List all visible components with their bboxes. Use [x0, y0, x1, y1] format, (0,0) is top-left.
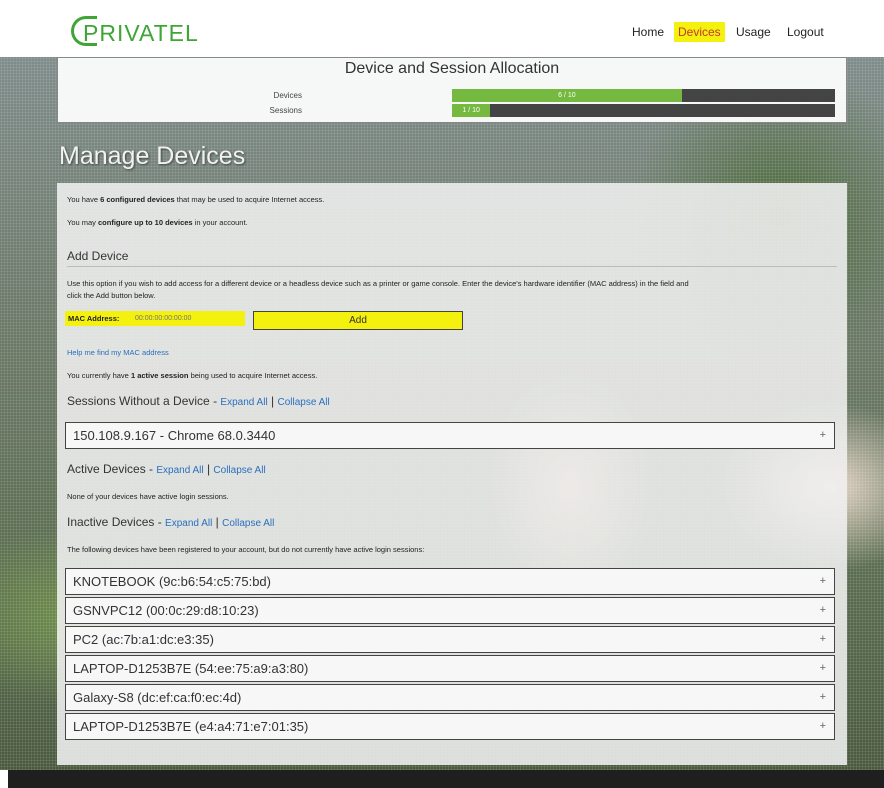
- sessions-bar-fill: 1 / 10: [452, 104, 491, 117]
- expand-plus-icon[interactable]: +: [820, 598, 826, 623]
- inactive-devices-heading: Inactive Devices - Expand All | Collapse…: [67, 515, 275, 529]
- session-label: 150.108.9.167 - Chrome 68.0.3440: [73, 428, 276, 443]
- active-expand-all[interactable]: Expand All: [156, 465, 203, 476]
- expand-plus-icon[interactable]: +: [820, 423, 826, 448]
- device-label: LAPTOP-D1253B7E (e4:a4:71:e7:01:35): [73, 719, 309, 734]
- nav-logout[interactable]: Logout: [783, 22, 828, 42]
- device-accordion-item[interactable]: LAPTOP-D1253B7E (54:ee:75:a9:a3:80) +: [65, 655, 835, 682]
- device-accordion-item[interactable]: Galaxy-S8 (dc:ef:ca:f0:ec:4d) +: [65, 684, 835, 711]
- logo-text: PRIVATEL: [83, 20, 199, 46]
- device-label: Galaxy-S8 (dc:ef:ca:f0:ec:4d): [73, 690, 242, 705]
- site-header: PRIVATEL Home Devices Usage Logout: [8, 8, 884, 57]
- nav-home[interactable]: Home: [628, 22, 668, 42]
- active-collapse-all[interactable]: Collapse All: [213, 465, 265, 476]
- add-button[interactable]: Add: [253, 311, 463, 330]
- devices-bar-fill: 6 / 10: [452, 89, 682, 102]
- sessions-row: Sessions 1 / 10: [58, 104, 846, 118]
- device-label: KNOTEBOOK (9c:b6:54:c5:75:bd): [73, 574, 271, 589]
- mac-address-input[interactable]: [133, 313, 243, 324]
- inactive-devices-note: The following devices have been register…: [67, 545, 425, 554]
- sessions-collapse-all[interactable]: Collapse All: [277, 397, 329, 408]
- devices-bar-track: 6 / 10: [452, 89, 835, 102]
- help-mac-link[interactable]: Help me find my MAC address: [67, 348, 169, 357]
- device-label: LAPTOP-D1253B7E (54:ee:75:a9:a3:80): [73, 661, 309, 676]
- add-device-heading: Add Device: [67, 249, 129, 263]
- device-accordion-item[interactable]: LAPTOP-D1253B7E (e4:a4:71:e7:01:35) +: [65, 713, 835, 740]
- inactive-expand-all[interactable]: Expand All: [165, 518, 212, 529]
- privatel-logo[interactable]: PRIVATEL: [71, 14, 211, 52]
- device-label: PC2 (ac:7b:a1:dc:e3:35): [73, 632, 214, 647]
- sessions-label: Sessions: [269, 106, 302, 115]
- expand-plus-icon[interactable]: +: [820, 656, 826, 681]
- expand-plus-icon[interactable]: +: [820, 569, 826, 594]
- manage-devices-panel: You have 6 configured devices that may b…: [57, 183, 847, 765]
- active-session-info: You currently have 1 active session bein…: [67, 371, 318, 380]
- expand-plus-icon[interactable]: +: [820, 714, 826, 739]
- expand-plus-icon[interactable]: +: [820, 627, 826, 652]
- add-device-desc-2: click the Add button below.: [67, 291, 156, 300]
- device-accordion-item[interactable]: PC2 (ac:7b:a1:dc:e3:35) +: [65, 626, 835, 653]
- device-label: GSNVPC12 (00:0c:29:d8:10:23): [73, 603, 259, 618]
- devices-row: Devices 6 / 10: [58, 89, 846, 103]
- device-accordion-item[interactable]: KNOTEBOOK (9c:b6:54:c5:75:bd) +: [65, 568, 835, 595]
- inactive-collapse-all[interactable]: Collapse All: [222, 518, 274, 529]
- devices-label: Devices: [273, 91, 302, 100]
- page-title: Manage Devices: [59, 142, 246, 170]
- session-accordion-item[interactable]: 150.108.9.167 - Chrome 68.0.3440 +: [65, 422, 835, 449]
- device-accordion-item[interactable]: GSNVPC12 (00:0c:29:d8:10:23) +: [65, 597, 835, 624]
- nav-devices[interactable]: Devices: [674, 22, 725, 42]
- intro-line-1: You have 6 configured devices that may b…: [67, 195, 325, 204]
- add-device-desc-1: Use this option if you wish to add acces…: [67, 279, 689, 288]
- sessions-expand-all[interactable]: Expand All: [220, 397, 267, 408]
- active-devices-note: None of your devices have active login s…: [67, 492, 229, 501]
- intro-line-2: You may configure up to 10 devices in yo…: [67, 218, 248, 227]
- divider: [67, 266, 837, 267]
- active-devices-heading: Active Devices - Expand All | Collapse A…: [67, 462, 266, 476]
- sessions-without-device-heading: Sessions Without a Device - Expand All |…: [67, 394, 330, 408]
- sessions-bar-track: 1 / 10: [452, 104, 835, 117]
- allocation-panel: Device and Session Allocation Devices 6 …: [57, 57, 847, 123]
- footer-bar: [8, 770, 884, 788]
- expand-plus-icon[interactable]: +: [820, 685, 826, 710]
- nav-usage[interactable]: Usage: [732, 22, 775, 42]
- allocation-title: Device and Session Allocation: [344, 60, 560, 77]
